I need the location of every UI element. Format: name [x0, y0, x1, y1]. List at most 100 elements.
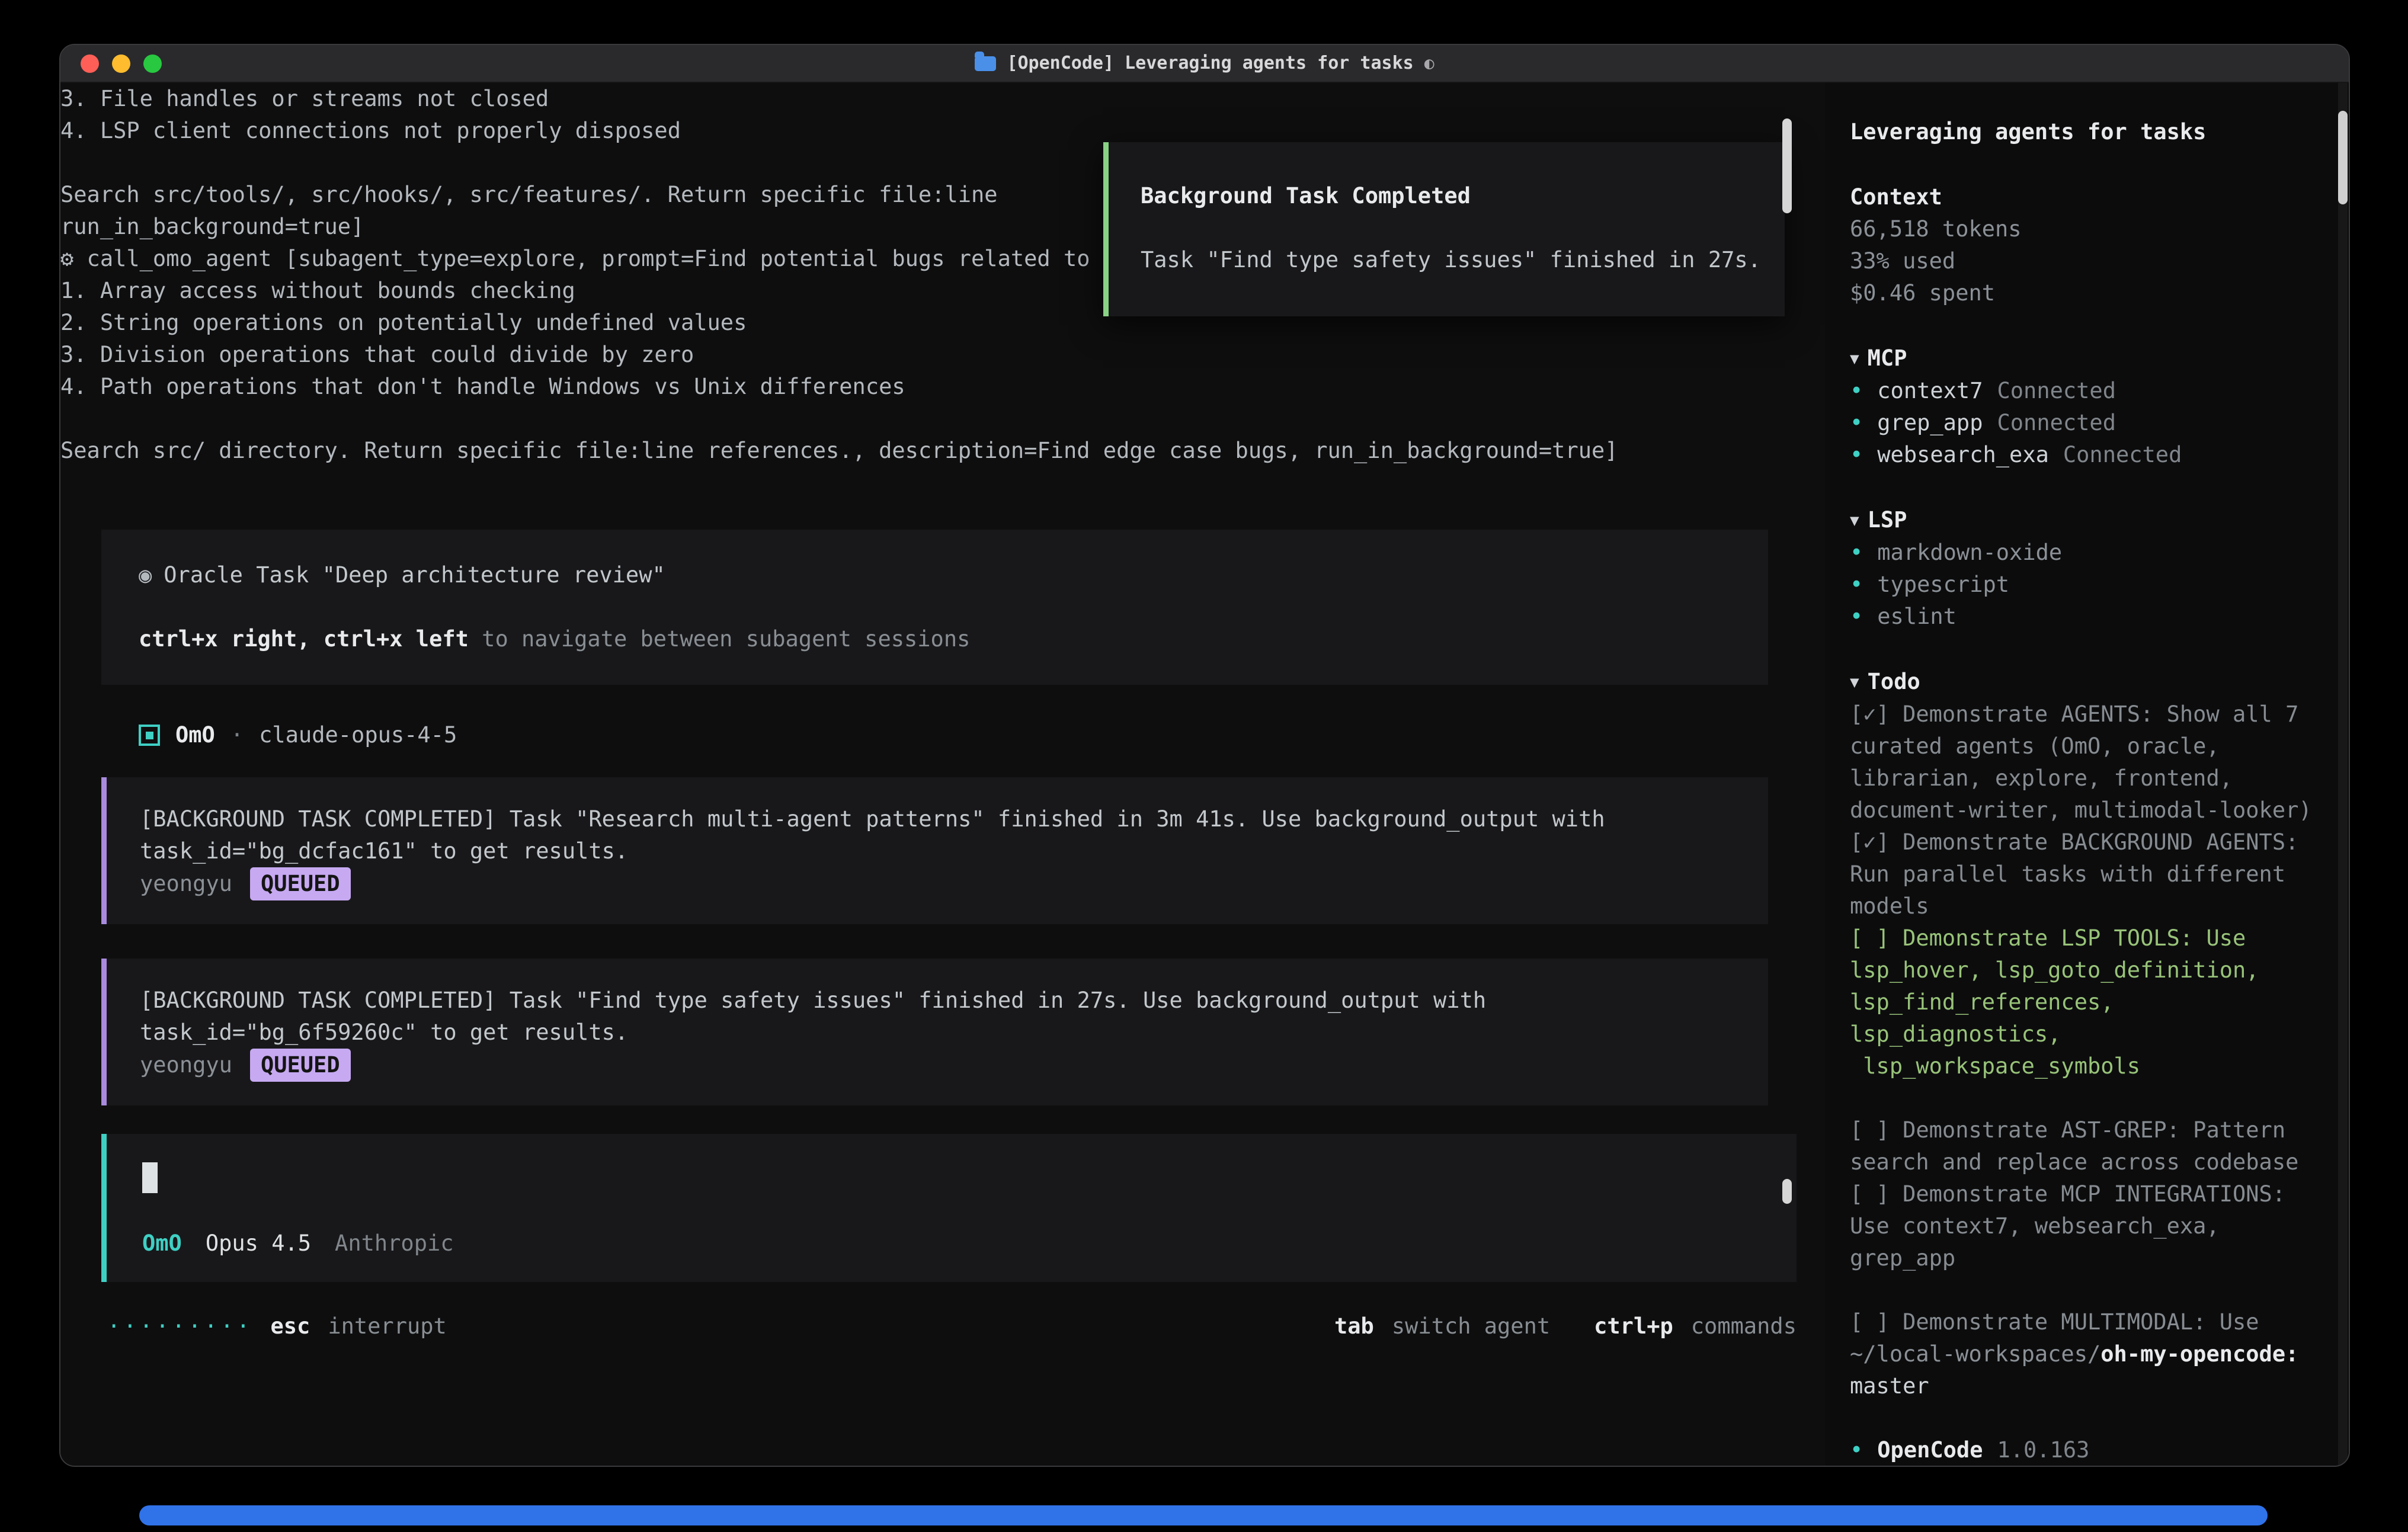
window-title: [OpenCode] Leveraging agents for tasks: [1007, 55, 1413, 72]
esc-key-hint: esc: [270, 1310, 310, 1342]
opencode-brand: OpenCode: [1877, 1434, 1983, 1466]
queued-status-badge: QUEUED: [250, 1049, 351, 1082]
background-task-message: [BACKGROUND TASK COMPLETED] Task "Find t…: [101, 959, 1768, 1105]
bullet-icon: •: [1850, 439, 1863, 471]
lsp-name: typescript: [1877, 569, 2009, 601]
commands-key-hint: ctrl+p: [1594, 1310, 1673, 1342]
background-task-message: [BACKGROUND TASK COMPLETED] Task "Resear…: [101, 777, 1768, 924]
opencode-version: 1.0.163: [1997, 1434, 2090, 1466]
message-text: [BACKGROUND TASK COMPLETED] Task "Resear…: [140, 803, 1735, 867]
lsp-item: • eslint: [1850, 601, 2336, 633]
lsp-item: • typescript: [1850, 569, 2336, 601]
mcp-status: Connected: [1997, 407, 2116, 439]
spinner-dots-icon: ·········: [107, 1310, 252, 1342]
desktop: [OpenCode] Leveraging agents for tasks ◐…: [0, 0, 2408, 1532]
close-window-button[interactable]: [81, 55, 99, 73]
input-model-row: OmO Opus 4.5 Anthropic: [142, 1227, 1763, 1259]
agent-header-row: OmO · claude-opus-4-5: [139, 719, 1825, 751]
agent-model: claude-opus-4-5: [259, 719, 457, 751]
chat-scrollbar-thumb[interactable]: [1782, 118, 1792, 213]
session-sidebar: Leveraging agents for tasks Context 66,5…: [1825, 83, 2349, 1466]
agent-square-icon: [139, 725, 160, 746]
workspace-repo-name: oh-my-opencode:: [2100, 1341, 2298, 1367]
folder-icon: [975, 56, 996, 71]
toast-body: Task "Find type safety issues" finished …: [1141, 244, 1767, 276]
window-body: 3. File handles or streams not closed 4.…: [60, 83, 2349, 1466]
input-agent-name: OmO: [142, 1227, 182, 1259]
context-heading: Context: [1850, 181, 2336, 213]
chat-scrollbar-thumb[interactable]: [1782, 1179, 1792, 1204]
esc-key-label: interrupt: [328, 1310, 446, 1342]
oracle-task-title: Oracle Task "Deep architecture review": [164, 562, 665, 588]
lsp-item: • markdown-oxide: [1850, 537, 2336, 569]
background-window-edge[interactable]: [139, 1505, 2268, 1525]
window-titlebar[interactable]: [OpenCode] Leveraging agents for tasks ◐: [60, 45, 2349, 83]
oracle-navigation-hint: ctrl+x right, ctrl+x left to navigate be…: [139, 623, 1744, 655]
todo-item-pending: [ ] Demonstrate MCP INTEGRATIONS: Use co…: [1850, 1178, 2336, 1274]
mcp-item: • grep_app Connected: [1850, 407, 2336, 439]
workspace-path-prefix: ~/local-workspaces/: [1850, 1341, 2100, 1367]
context-tokens: 66,518 tokens: [1850, 213, 2336, 245]
input-model-name: Opus 4.5: [206, 1227, 311, 1259]
separator-dot: ·: [230, 719, 244, 751]
chevron-down-icon: ▼: [1850, 512, 1859, 530]
status-bar: ········· esc interrupt tab switch agent…: [107, 1310, 1797, 1342]
mcp-item: • context7 Connected: [1850, 375, 2336, 407]
mcp-name: websearch_exa: [1877, 439, 2049, 471]
prompt-input[interactable]: OmO Opus 4.5 Anthropic: [101, 1134, 1797, 1282]
todo-item-done: [✓] Demonstrate BACKGROUND AGENTS: Run p…: [1850, 826, 2336, 922]
status-left: ········· esc interrupt: [107, 1310, 447, 1342]
commands-key-label: commands: [1691, 1310, 1797, 1342]
lsp-name: markdown-oxide: [1877, 537, 2062, 569]
bullet-icon: •: [1850, 1434, 1863, 1466]
oracle-hint-keys: ctrl+x right, ctrl+x left: [139, 626, 469, 652]
zoom-window-button[interactable]: [143, 55, 162, 73]
workspace-branch: master: [1850, 1370, 2336, 1402]
sidebar-scrollbar-thumb[interactable]: [2338, 111, 2348, 204]
mcp-heading-label: MCP: [1868, 345, 1907, 371]
text-cursor: [142, 1162, 158, 1193]
agent-name: OmO: [175, 719, 215, 751]
input-provider-name: Anthropic: [335, 1227, 453, 1259]
opencode-footer: • OpenCode 1.0.163: [1850, 1434, 2336, 1466]
tab-key-hint: tab: [1334, 1310, 1374, 1342]
oracle-hint-text: to navigate between subagent sessions: [469, 626, 970, 652]
todo-item-pending: [ ] Demonstrate MULTIMODAL: Use: [1850, 1306, 2336, 1338]
mcp-name: grep_app: [1877, 407, 1983, 439]
mcp-status: Connected: [1997, 375, 2116, 407]
queued-status-badge: QUEUED: [250, 867, 351, 900]
mcp-status: Connected: [2063, 439, 2182, 471]
bullet-icon: •: [1850, 537, 1863, 569]
oracle-task-panel: ◉Oracle Task "Deep architecture review" …: [101, 530, 1768, 685]
context-spent: $0.46 spent: [1850, 277, 2336, 309]
chat-pane: 3. File handles or streams not closed 4.…: [60, 83, 1825, 1466]
message-author: yeongyu: [140, 1049, 232, 1081]
context-used: 33% used: [1850, 245, 2336, 277]
lsp-heading-label: LSP: [1868, 507, 1907, 533]
window-title-group: [OpenCode] Leveraging agents for tasks ◐: [975, 55, 1434, 72]
mcp-name: context7: [1877, 375, 1983, 407]
status-right: tab switch agent ctrl+p commands: [1334, 1310, 1797, 1342]
lsp-section-heading: ▼ LSP: [1850, 504, 2336, 537]
lsp-name: eslint: [1877, 601, 1956, 633]
bullet-icon: •: [1850, 375, 1863, 407]
message-meta: yeongyu QUEUED: [140, 867, 1735, 900]
mcp-section-heading: ▼MCP: [1850, 342, 2336, 375]
bullet-icon: •: [1850, 601, 1863, 633]
message-text: [BACKGROUND TASK COMPLETED] Task "Find t…: [140, 985, 1735, 1049]
oracle-bullet-icon: ◉: [139, 562, 152, 588]
toast-title: Background Task Completed: [1141, 180, 1767, 212]
minimize-window-button[interactable]: [112, 55, 130, 73]
todo-item-active: [ ] Demonstrate LSP TOOLS: Use lsp_hover…: [1850, 922, 2336, 1082]
workspace-path: ~/local-workspaces/oh-my-opencode:: [1850, 1338, 2336, 1370]
todo-section-heading: ▼Todo: [1850, 666, 2336, 698]
mcp-item: • websearch_exa Connected: [1850, 439, 2336, 471]
terminal-window: [OpenCode] Leveraging agents for tasks ◐…: [59, 44, 2350, 1467]
session-title: Leveraging agents for tasks: [1850, 116, 2336, 148]
bullet-icon: •: [1850, 407, 1863, 439]
sidebar-scrollbar-track: [2338, 83, 2348, 1466]
todo-heading-label: Todo: [1868, 669, 1920, 694]
traffic-lights: [81, 55, 162, 73]
todo-item-pending: [ ] Demonstrate AST-GREP: Pattern search…: [1850, 1114, 2336, 1178]
todo-item-done: [✓] Demonstrate AGENTS: Show all 7 curat…: [1850, 698, 2336, 826]
